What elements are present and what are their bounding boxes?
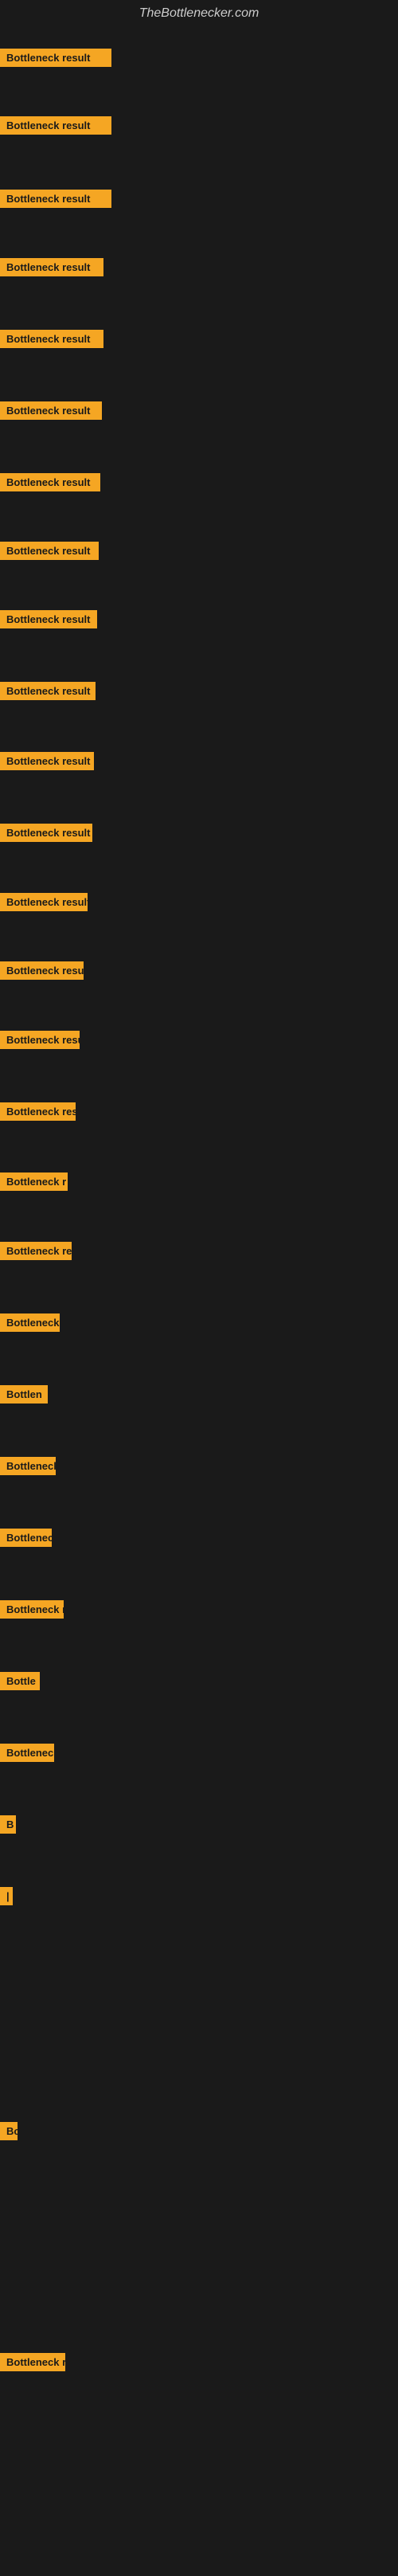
bottleneck-result-item[interactable]: Bottleneck r [0, 1600, 64, 1623]
bottleneck-result-item[interactable]: Bottle [0, 1672, 40, 1694]
bottleneck-result-item[interactable]: Bottleneck result [0, 610, 97, 632]
bottleneck-badge[interactable]: Bottleneck result [0, 473, 100, 491]
bottleneck-result-item[interactable]: Bottleneck r [0, 1173, 68, 1195]
bottleneck-badge[interactable]: Bo [0, 2122, 18, 2140]
bottleneck-result-item[interactable]: Bottleneck result [0, 682, 96, 704]
bottleneck-badge[interactable]: Bottleneck r [0, 1600, 64, 1619]
bottleneck-badge[interactable]: Bottleneck result [0, 893, 88, 911]
bottleneck-result-item[interactable]: Bottleneck resul [0, 1102, 76, 1125]
bottleneck-badge[interactable]: Bottle [0, 1672, 40, 1690]
bottleneck-badge[interactable]: Bottlenec [0, 1529, 52, 1547]
bottleneck-result-item[interactable]: Bottleneck result [0, 542, 99, 564]
bottleneck-result-item[interactable]: Bottleneck result [0, 961, 84, 984]
bottleneck-result-item[interactable]: Bottleneck result [0, 893, 88, 915]
bottleneck-result-item[interactable]: Bottleneck result [0, 330, 103, 352]
bottleneck-result-item[interactable]: Bottleneck result [0, 258, 103, 280]
bottleneck-badge[interactable]: Bottleneck result [0, 190, 111, 208]
bottleneck-badge[interactable]: Bottlen [0, 1385, 48, 1403]
bottleneck-result-item[interactable]: Bottleneck result [0, 401, 102, 424]
bottleneck-badge[interactable]: Bottleneck result [0, 49, 111, 67]
bottleneck-result-item[interactable]: Bottleneck result [0, 116, 111, 139]
bottleneck-badge[interactable]: Bottleneck res [0, 1242, 72, 1260]
bottleneck-result-item[interactable]: Bottleneck result [0, 190, 111, 212]
bottleneck-badge[interactable]: Bottleneck [0, 1744, 54, 1762]
bottleneck-badge[interactable]: Bottleneck [0, 1457, 56, 1475]
bottleneck-result-item[interactable]: | [0, 1887, 13, 1909]
bottleneck-badge[interactable]: Bottleneck result [0, 1031, 80, 1049]
bottleneck-result-item[interactable]: Bottleneck result [0, 49, 111, 71]
bottleneck-result-item[interactable]: Bottlenec [0, 1529, 52, 1551]
site-title: TheBottlenecker.com [0, 0, 398, 27]
bottleneck-result-item[interactable]: Bottleneck [0, 1313, 60, 1336]
bottleneck-result-item[interactable]: Bottleneck res [0, 1242, 72, 1264]
bottleneck-result-item[interactable]: B [0, 1815, 16, 1838]
bottleneck-badge[interactable]: Bottleneck result [0, 961, 84, 980]
bottleneck-badge[interactable]: Bottleneck result [0, 116, 111, 135]
bottleneck-badge[interactable]: Bottleneck result [0, 610, 97, 628]
bottleneck-result-item[interactable]: Bottleneck result [0, 824, 92, 846]
bottleneck-result-item[interactable]: Bottleneck result [0, 1031, 80, 1053]
bottleneck-badge[interactable]: | [0, 1887, 13, 1905]
bottleneck-result-item[interactable]: Bottleneck [0, 1457, 56, 1479]
bottleneck-badge[interactable]: Bottleneck result [0, 330, 103, 348]
bottleneck-result-item[interactable]: Bo [0, 2122, 18, 2144]
bottleneck-result-item[interactable]: Bottleneck [0, 1744, 54, 1766]
bottleneck-badge[interactable]: Bottleneck r [0, 1173, 68, 1191]
bottleneck-badge[interactable]: B [0, 1815, 16, 1834]
bottleneck-result-item[interactable]: Bottleneck result [0, 752, 94, 774]
bottleneck-badge[interactable]: Bottleneck [0, 1313, 60, 1332]
bottleneck-badge[interactable]: Bottleneck resul [0, 1102, 76, 1121]
bottleneck-badge[interactable]: Bottleneck result [0, 752, 94, 770]
bottleneck-badge[interactable]: Bottleneck result [0, 401, 102, 420]
bottleneck-badge[interactable]: Bottleneck result [0, 542, 99, 560]
bottleneck-badge[interactable]: Bottleneck result [0, 824, 92, 842]
bottleneck-result-item[interactable]: Bottlen [0, 1385, 48, 1407]
bottleneck-badge[interactable]: Bottleneck result [0, 258, 103, 276]
bottleneck-badge[interactable]: Bottleneck result [0, 682, 96, 700]
bottleneck-result-item[interactable]: Bottleneck r [0, 2353, 65, 2375]
bottleneck-badge[interactable]: Bottleneck r [0, 2353, 65, 2371]
bottleneck-result-item[interactable]: Bottleneck result [0, 473, 100, 495]
